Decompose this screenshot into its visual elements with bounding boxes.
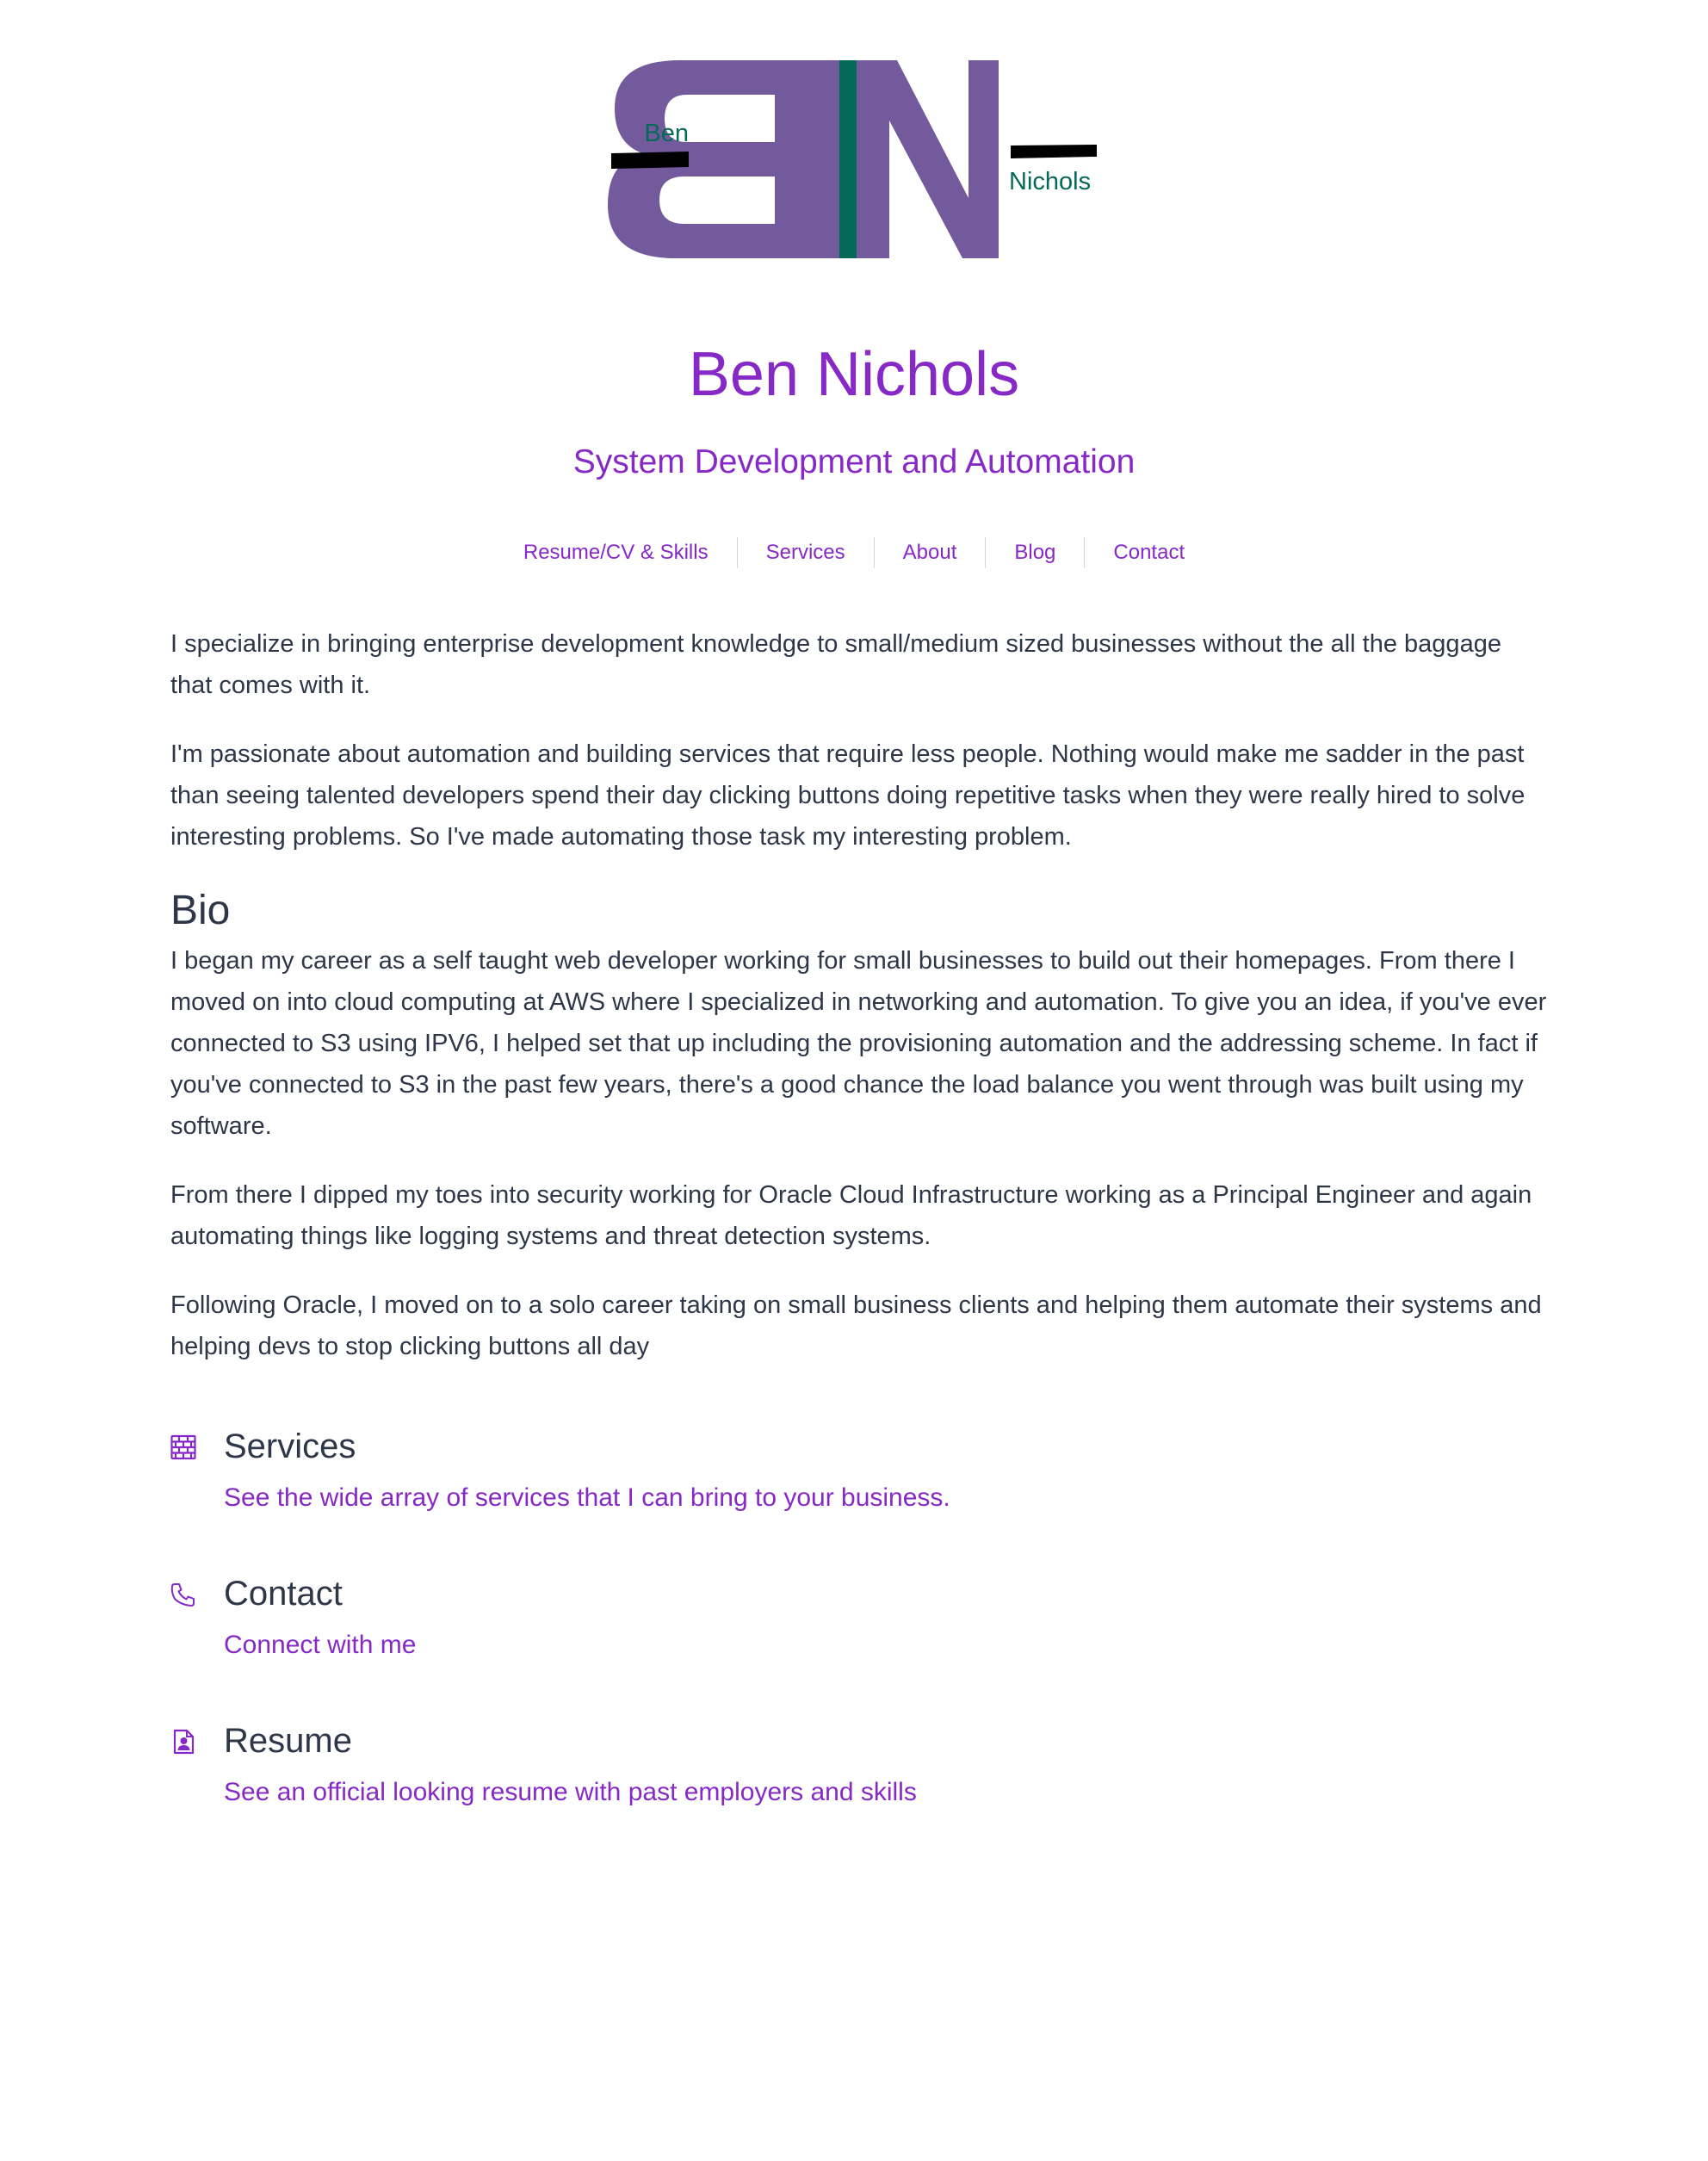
- nav-item-contact[interactable]: Contact: [1085, 537, 1213, 568]
- resume-icon: [170, 1729, 196, 1755]
- site-logo[interactable]: Ben Nichols: [603, 60, 1111, 276]
- logo-left-bar: [611, 152, 689, 169]
- intro-paragraph: I'm passionate about automation and buil…: [170, 740, 1525, 851]
- brick-wall-icon: [170, 1434, 196, 1460]
- feature-title: Resume: [224, 1722, 352, 1760]
- feature-title: Contact: [224, 1575, 343, 1613]
- nav-item-services[interactable]: Services: [738, 537, 874, 568]
- bio-heading: Bio: [170, 888, 231, 933]
- site-subtitle: System Development and Automation: [572, 443, 1136, 480]
- logo-last-name: Nichols: [1009, 168, 1091, 195]
- bio-paragraph: From there I dipped my toes into securit…: [170, 1181, 1532, 1250]
- nav-item-resume[interactable]: Resume/CV & Skills: [495, 537, 737, 568]
- logo-letter-n: [857, 60, 999, 258]
- nav-item-about[interactable]: About: [875, 537, 986, 568]
- logo-right-bar: [1011, 145, 1097, 158]
- intro-paragraph: I specialize in bringing enterprise deve…: [170, 630, 1501, 699]
- phone-icon: [170, 1582, 196, 1607]
- logo-stripe: [839, 60, 857, 258]
- resume-link[interactable]: See an official looking resume with past…: [224, 1775, 917, 1810]
- main-content: I specialize in bringing enterprise deve…: [170, 623, 1548, 1395]
- contact-link[interactable]: Connect with me: [224, 1628, 416, 1663]
- main-nav: Resume/CV & Skills Services About Blog C…: [0, 537, 1708, 568]
- page: Ben Nichols Ben Nichols System Developme…: [0, 0, 1708, 2161]
- bio-paragraph: Following Oracle, I moved on to a solo c…: [170, 1291, 1542, 1360]
- bio-paragraph: I began my career as a self taught web d…: [170, 947, 1547, 1140]
- logo-first-name: Ben: [644, 120, 689, 147]
- services-link[interactable]: See the wide array of services that I ca…: [224, 1481, 950, 1515]
- site-title: Ben Nichols: [688, 340, 1020, 409]
- feature-title: Services: [224, 1427, 356, 1465]
- bn-logo-graphic: Ben Nichols: [608, 60, 1097, 258]
- nav-item-blog[interactable]: Blog: [986, 537, 1084, 568]
